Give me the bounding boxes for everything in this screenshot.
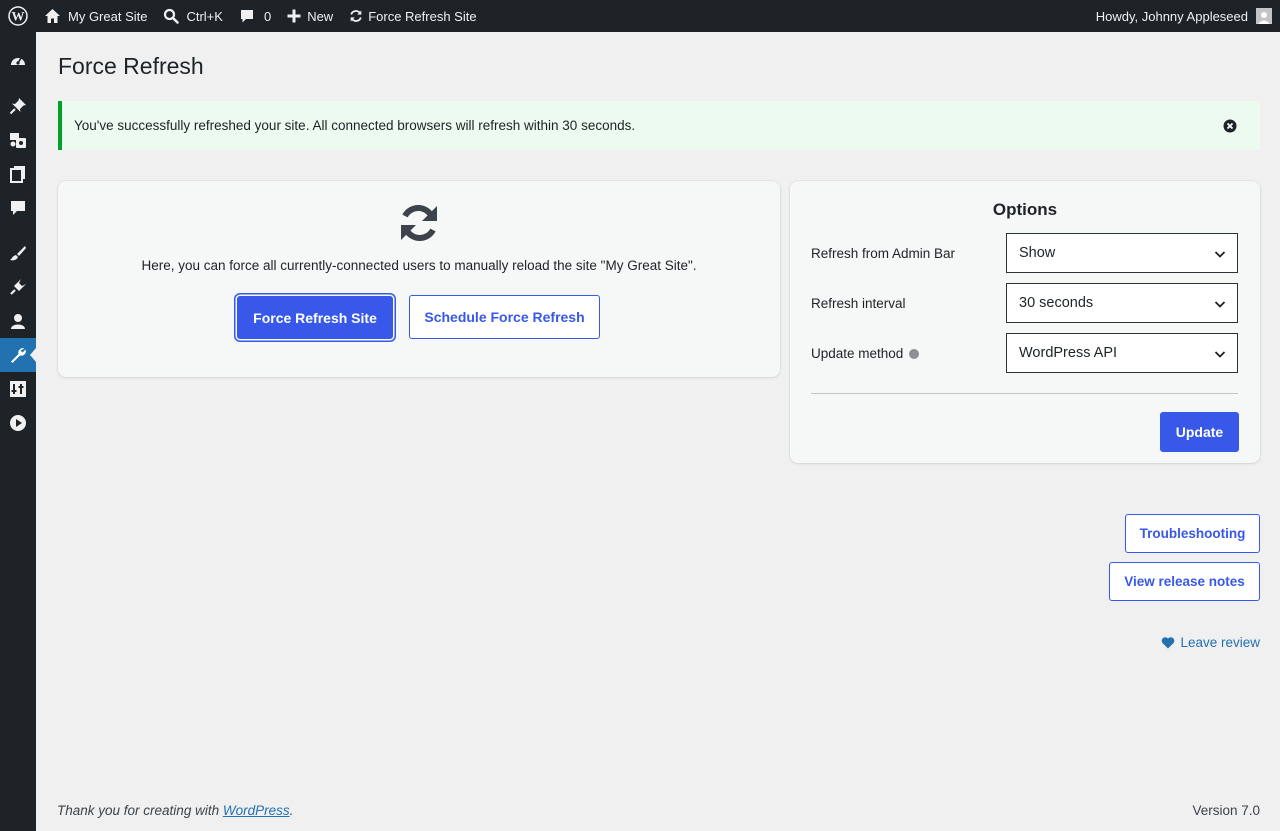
interval-select-value: 30 seconds: [1019, 295, 1094, 311]
dashboard-icon[interactable]: [0, 44, 36, 78]
new-content-menu[interactable]: New: [279, 0, 341, 32]
force-refresh-card: Here, you can force all currently-connec…: [58, 181, 780, 377]
interval-option-text: Refresh interval: [811, 296, 906, 311]
users-icon[interactable]: [0, 304, 36, 338]
comments-icon[interactable]: [0, 191, 36, 225]
schedule-force-refresh-button[interactable]: Schedule Force Refresh: [409, 295, 600, 339]
posts-icon[interactable]: [0, 89, 36, 123]
footer-thanks: Thank you for creating with WordPress.: [57, 803, 293, 818]
leave-review-link[interactable]: Leave review: [1161, 635, 1260, 650]
update-button[interactable]: Update: [1160, 412, 1239, 452]
options-divider: [811, 393, 1238, 394]
search-icon: [163, 8, 180, 24]
site-name-menu[interactable]: My Great Site: [36, 0, 155, 32]
new-label: New: [307, 8, 334, 24]
dismiss-notice-icon[interactable]: [1222, 118, 1238, 134]
notice-message: You've successfully refreshed your site.…: [74, 118, 636, 133]
media-icon[interactable]: [0, 123, 36, 157]
tools-icon[interactable]: [0, 338, 36, 372]
admin-bar-select-value: Show: [1019, 245, 1056, 261]
site-name-label: My Great Site: [68, 8, 148, 24]
method-select-value: WordPress API: [1019, 345, 1118, 361]
force-refresh-description: Here, you can force all currently-connec…: [141, 258, 697, 273]
my-account-menu[interactable]: Howdy, Johnny Appleseed: [1096, 0, 1272, 32]
plus-icon: [287, 9, 301, 23]
avatar: [1256, 8, 1272, 24]
pages-icon[interactable]: [0, 157, 36, 191]
comments-count: 0: [263, 8, 272, 24]
success-notice: You've successfully refreshed your site.…: [58, 101, 1260, 150]
view-release-notes-button[interactable]: View release notes: [1109, 562, 1260, 601]
comments-menu[interactable]: 0: [231, 0, 279, 32]
footer-version: Version 7.0: [1192, 803, 1260, 818]
admin-side-menu: [0, 32, 36, 831]
heart-icon: [1162, 637, 1175, 649]
command-palette-search[interactable]: Ctrl+K: [155, 0, 230, 32]
footer-thanks-text: Thank you for creating with: [57, 803, 223, 818]
interval-option-label: Refresh interval: [811, 296, 906, 311]
force-refresh-site-button[interactable]: Force Refresh Site: [237, 296, 393, 339]
page-title: Force Refresh: [58, 53, 204, 79]
method-select[interactable]: WordPress API: [1006, 333, 1238, 373]
help-icon[interactable]: [909, 348, 920, 359]
admin-bar-option-text: Refresh from Admin Bar: [811, 246, 956, 261]
greeting-label: Howdy, Johnny Appleseed: [1095, 8, 1248, 24]
options-card: Options Refresh from Admin Bar Show Refr…: [790, 181, 1260, 463]
wordpress-logo-icon[interactable]: W: [0, 0, 36, 32]
footer-thanks-period: .: [289, 803, 294, 818]
chevron-down-icon: [1214, 301, 1226, 308]
chevron-down-icon: [1214, 251, 1226, 258]
chevron-down-icon: [1214, 351, 1226, 358]
play-icon[interactable]: [0, 406, 36, 440]
admin-bar: W My Great Site Ctrl+K 0 New Force Refre…: [0, 0, 1280, 32]
home-icon: [44, 8, 61, 24]
troubleshooting-button[interactable]: Troubleshooting: [1125, 514, 1260, 553]
wordpress-link[interactable]: WordPress: [223, 803, 290, 818]
plugins-icon[interactable]: [0, 270, 36, 304]
svg-text:W: W: [12, 9, 25, 24]
search-shortcut-label: Ctrl+K: [186, 8, 223, 24]
method-option-label: Update method: [811, 346, 920, 361]
appearance-icon[interactable]: [0, 236, 36, 270]
interval-select[interactable]: 30 seconds: [1006, 283, 1238, 323]
refresh-icon: [349, 9, 363, 23]
options-title: Options: [992, 200, 1058, 219]
force-refresh-adminbar-button[interactable]: Force Refresh Site: [341, 0, 484, 32]
admin-bar-option-label: Refresh from Admin Bar: [811, 246, 955, 261]
comment-bubble-icon: [239, 8, 255, 24]
admin-bar-select[interactable]: Show: [1006, 233, 1238, 273]
leave-review-label: Leave review: [1180, 635, 1260, 650]
method-option-text: Update method: [811, 346, 904, 361]
settings-icon[interactable]: [0, 372, 36, 406]
force-refresh-adminbar-label: Force Refresh Site: [368, 8, 477, 24]
refresh-icon: [397, 201, 441, 245]
